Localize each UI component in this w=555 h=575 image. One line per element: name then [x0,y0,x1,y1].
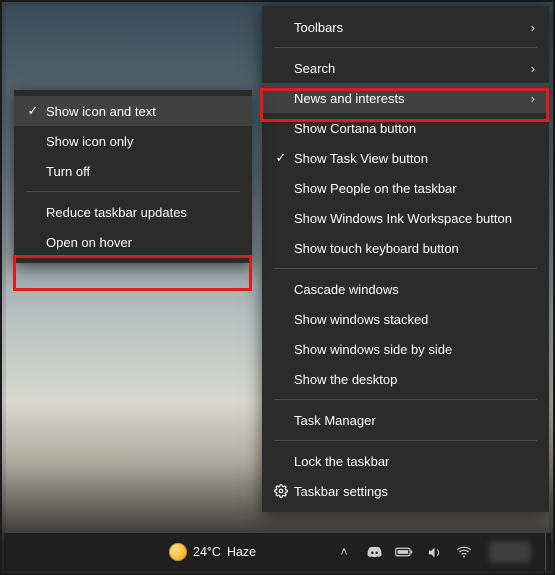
label: Show icon only [46,134,238,149]
checkmark-icon: ✓ [20,103,46,119]
label: Reduce taskbar updates [46,205,238,220]
wifi-icon[interactable] [455,544,473,560]
gear-icon [268,484,294,498]
show-desktop-button[interactable] [545,533,551,571]
label: Show Windows Ink Workspace button [294,211,535,226]
submenu-arrow-icon: › [523,20,535,35]
taskbar[interactable]: 24°C Haze ˄ [4,533,551,571]
menu-task-view[interactable]: ✓ Show Task View button [262,143,549,173]
taskbar-weather[interactable]: 24°C Haze [169,543,256,561]
menu-touch-keyboard[interactable]: Show touch keyboard button [262,233,549,263]
submenu-arrow-icon: › [523,61,535,76]
discord-icon[interactable] [365,545,383,560]
menu-search[interactable]: Search › [262,53,549,83]
menu-toolbars[interactable]: Toolbars › [262,12,549,42]
menu-lock-taskbar[interactable]: Lock the taskbar [262,446,549,476]
checkmark-icon: ✓ [268,150,294,166]
volume-icon[interactable] [425,545,443,560]
taskbar-context-menu: Toolbars › Search › News and interests ›… [262,6,549,512]
label: Show People on the taskbar [294,181,535,196]
label: Open on hover [46,235,238,250]
label: Task Manager [294,413,535,428]
menu-taskbar-settings[interactable]: Taskbar settings [262,476,549,506]
label: Taskbar settings [294,484,535,499]
separator [274,268,537,269]
weather-temp: 24°C [193,545,221,559]
battery-icon[interactable] [395,546,413,558]
submenu-arrow-icon: › [523,91,535,106]
weather-sun-icon [169,543,187,561]
menu-stacked[interactable]: Show windows stacked [262,304,549,334]
label: News and interests [294,91,523,106]
label: Show Cortana button [294,121,535,136]
submenu-open-on-hover[interactable]: Open on hover [14,227,252,257]
label: Toolbars [294,20,523,35]
submenu-reduce-updates[interactable]: Reduce taskbar updates [14,197,252,227]
news-interests-submenu: ✓ Show icon and text Show icon only Turn… [14,90,252,263]
label: Turn off [46,164,238,179]
menu-cortana[interactable]: Show Cortana button [262,113,549,143]
weather-condition: Haze [227,545,256,559]
tray-overflow-icon[interactable]: ˄ [335,545,353,559]
separator [274,399,537,400]
label: Show Task View button [294,151,535,166]
tray-blurred-area [489,541,531,563]
menu-show-desktop[interactable]: Show the desktop [262,364,549,394]
menu-people[interactable]: Show People on the taskbar [262,173,549,203]
menu-task-manager[interactable]: Task Manager [262,405,549,435]
separator [26,191,240,192]
label: Search [294,61,523,76]
label: Show windows stacked [294,312,535,327]
label: Show the desktop [294,372,535,387]
menu-ink-workspace[interactable]: Show Windows Ink Workspace button [262,203,549,233]
menu-side-by-side[interactable]: Show windows side by side [262,334,549,364]
label: Show touch keyboard button [294,241,535,256]
label: Show windows side by side [294,342,535,357]
menu-news-and-interests[interactable]: News and interests › [262,83,549,113]
label: Lock the taskbar [294,454,535,469]
system-tray: ˄ [335,541,531,563]
submenu-show-icon-only[interactable]: Show icon only [14,126,252,156]
submenu-turn-off[interactable]: Turn off [14,156,252,186]
submenu-show-icon-and-text[interactable]: ✓ Show icon and text [14,96,252,126]
menu-cascade[interactable]: Cascade windows [262,274,549,304]
separator [274,47,537,48]
label: Cascade windows [294,282,535,297]
separator [274,440,537,441]
label: Show icon and text [46,104,238,119]
